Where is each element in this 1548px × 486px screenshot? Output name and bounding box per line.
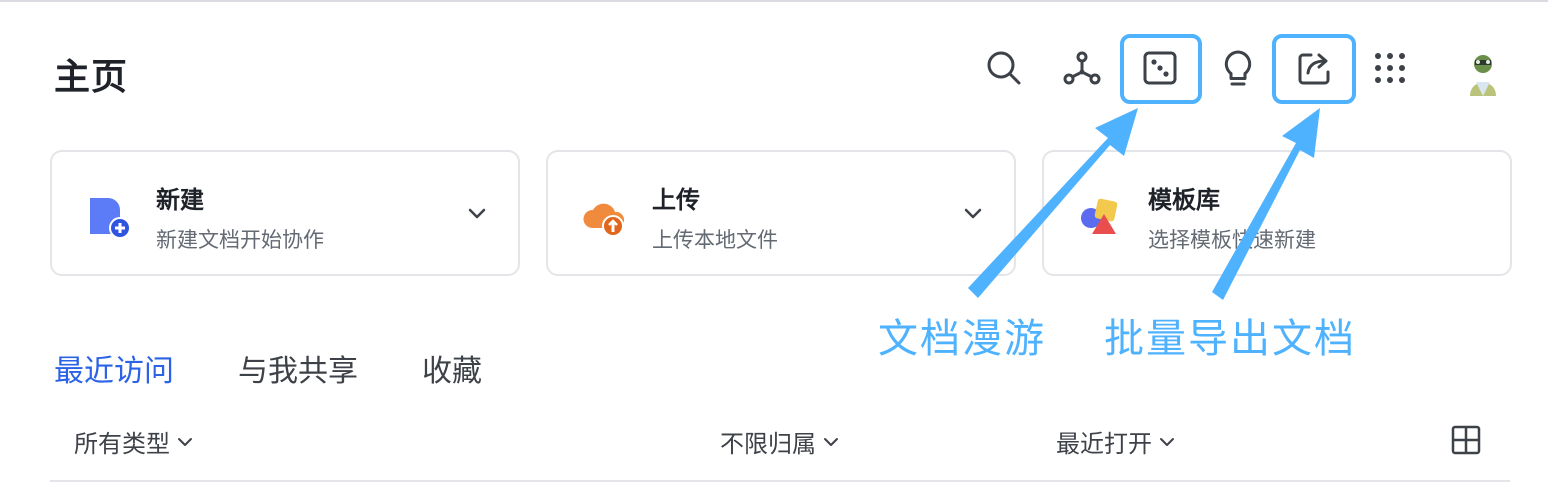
type-filter[interactable]: 所有类型 [74, 424, 194, 459]
owner-filter[interactable]: 不限归属 [720, 424, 840, 459]
graph-nodes-icon[interactable] [1062, 48, 1102, 88]
sort-filter-label: 最近打开 [1056, 430, 1152, 458]
wander-annotation: 文档漫游 [878, 316, 1046, 362]
new-doc-title: 新建 [156, 186, 204, 214]
tab-favorites[interactable]: 收藏 [422, 346, 482, 390]
chevron-down-icon [824, 437, 838, 446]
template-subtitle: 选择模板快速新建 [1148, 228, 1316, 252]
tab-shared-with-me[interactable]: 与我共享 [238, 346, 358, 390]
export-highlight-box [1272, 34, 1356, 104]
dice-highlight-box [1120, 34, 1202, 104]
sort-filter[interactable]: 最近打开 [1056, 424, 1176, 459]
template-shapes-icon [1078, 194, 1122, 238]
upload-cloud-icon [582, 194, 626, 238]
lightbulb-icon[interactable] [1218, 48, 1258, 88]
avatar[interactable] [1458, 50, 1508, 100]
app-grid-icon[interactable] [1370, 48, 1410, 88]
search-icon[interactable] [984, 48, 1024, 88]
tab-recent[interactable]: 最近访问 [54, 346, 174, 390]
new-doc-card[interactable]: 新建 新建文档开始协作 [50, 150, 520, 276]
top-divider [0, 0, 1548, 7]
new-doc-icon [86, 194, 131, 239]
chevron-down-icon[interactable] [962, 202, 984, 224]
upload-title: 上传 [652, 186, 700, 214]
new-doc-subtitle: 新建文档开始协作 [156, 228, 324, 252]
owner-filter-label: 不限归属 [720, 430, 816, 458]
upload-subtitle: 上传本地文件 [652, 228, 778, 252]
page-title: 主页 [54, 57, 129, 98]
batch-export-annotation: 批量导出文档 [1104, 316, 1356, 362]
template-library-card[interactable]: 模板库 选择模板快速新建 [1042, 150, 1512, 276]
template-title: 模板库 [1148, 186, 1220, 214]
chevron-down-icon [1160, 437, 1174, 446]
list-divider [50, 480, 1510, 482]
chevron-down-icon [178, 437, 192, 446]
type-filter-label: 所有类型 [74, 430, 170, 458]
grid-view-icon[interactable] [1450, 424, 1482, 456]
upload-card[interactable]: 上传 上传本地文件 [546, 150, 1016, 276]
chevron-down-icon[interactable] [466, 202, 488, 224]
